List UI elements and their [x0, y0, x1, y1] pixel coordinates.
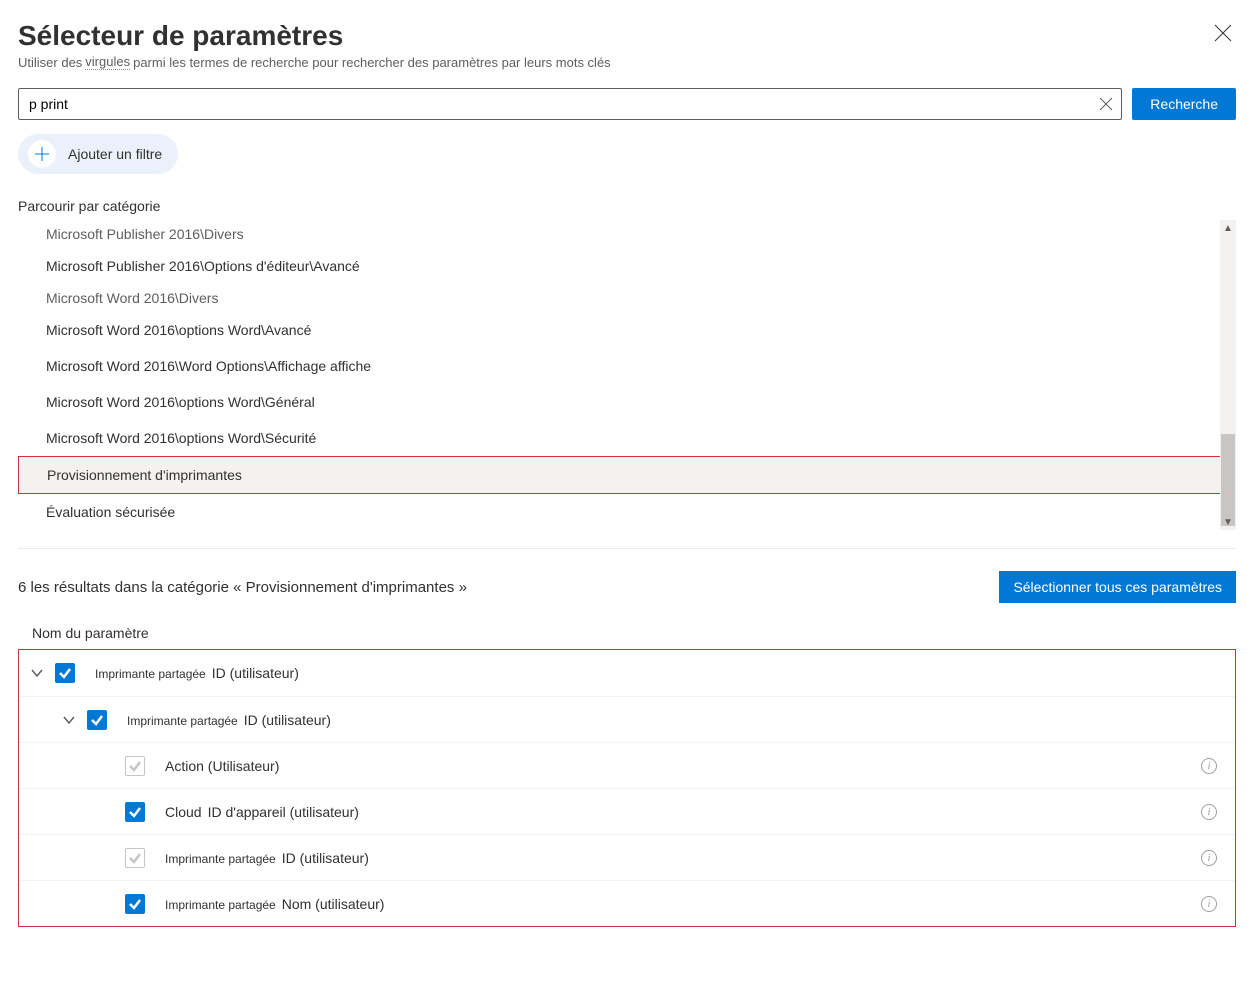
category-item[interactable]: Microsoft Word 2016\Divers — [18, 284, 1236, 312]
category-item[interactable]: Microsoft Publisher 2016\Divers — [18, 220, 1236, 248]
chevron-down-icon[interactable] — [19, 666, 55, 680]
category-item[interactable]: Microsoft Word 2016\options Word\Avancé — [18, 312, 1236, 348]
category-item[interactable]: Microsoft Publisher 2016\Options d'édite… — [18, 248, 1236, 284]
scroll-up-arrow[interactable]: ▲ — [1220, 220, 1236, 236]
add-filter-label: Ajouter un filtre — [68, 146, 162, 162]
parameter-row: Imprimante partagéeID (utilisateur)i — [19, 834, 1235, 880]
category-item[interactable]: Microsoft Word 2016\Word Options\Afficha… — [18, 348, 1236, 384]
parameter-row: Imprimante partagéeNom (utilisateur)i — [19, 880, 1235, 926]
parameter-row: Imprimante partagéeID (utilisateur) — [19, 696, 1235, 742]
parameter-label: Action (Utilisateur) — [165, 758, 1201, 774]
divider — [18, 548, 1236, 549]
info-icon[interactable]: i — [1201, 896, 1217, 912]
parameter-label: Imprimante partagéeID (utilisateur) — [165, 850, 1201, 866]
checkbox[interactable] — [125, 848, 145, 868]
select-all-button[interactable]: Sélectionner tous ces paramètres — [999, 571, 1236, 603]
info-icon[interactable]: i — [1201, 758, 1217, 774]
page-title: Sélecteur de paramètres — [18, 20, 343, 52]
search-button[interactable]: Recherche — [1132, 88, 1236, 120]
clear-search-button[interactable] — [1099, 97, 1113, 111]
parameter-label: Imprimante partagéeNom (utilisateur) — [165, 896, 1201, 912]
results-count: 6 les résultats dans la catégorie « Prov… — [18, 579, 467, 596]
category-item[interactable]: Provisionnement d'imprimantes — [18, 456, 1236, 494]
parameter-row: CloudID d'appareil (utilisateur)i — [19, 788, 1235, 834]
parameter-label: Imprimante partagéeID (utilisateur) — [127, 712, 1217, 728]
checkbox[interactable] — [125, 756, 145, 776]
subtitle: Utiliser des virgules parmi les termes d… — [18, 54, 1236, 70]
close-button[interactable] — [1210, 20, 1236, 51]
search-input[interactable] — [29, 96, 1099, 112]
subtitle-tooltip-term[interactable]: virgules — [85, 54, 130, 70]
plus-icon — [28, 140, 56, 168]
checkbox[interactable] — [87, 710, 107, 730]
category-item[interactable]: Microsoft Word 2016\options Word\Sécurit… — [18, 420, 1236, 456]
add-filter-button[interactable]: Ajouter un filtre — [18, 134, 178, 174]
search-box — [18, 88, 1122, 120]
scroll-thumb[interactable] — [1221, 434, 1235, 526]
checkbox[interactable] — [55, 663, 75, 683]
category-list: Microsoft Publisher 2016\DiversMicrosoft… — [18, 220, 1236, 530]
checkbox[interactable] — [125, 894, 145, 914]
parameter-row: Action (Utilisateur)i — [19, 742, 1235, 788]
category-item[interactable]: Évaluation sécurisée — [18, 494, 1236, 530]
checkbox[interactable] — [125, 802, 145, 822]
browse-header: Parcourir par catégorie — [18, 198, 1236, 214]
close-icon — [1099, 97, 1113, 111]
close-icon — [1214, 24, 1232, 42]
parameter-list: Imprimante partagéeID (utilisateur)Impri… — [18, 649, 1236, 927]
parameter-label: Imprimante partagéeID (utilisateur) — [95, 665, 1217, 681]
scroll-down-arrow[interactable]: ▼ — [1220, 514, 1236, 530]
chevron-down-icon[interactable] — [51, 713, 87, 727]
category-item[interactable]: Microsoft Word 2016\options Word\Général — [18, 384, 1236, 420]
info-icon[interactable]: i — [1201, 804, 1217, 820]
scrollbar[interactable]: ▲ ▼ — [1220, 220, 1236, 530]
parameter-row: Imprimante partagéeID (utilisateur) — [19, 650, 1235, 696]
param-name-header: Nom du paramètre — [18, 625, 1236, 641]
parameter-label: CloudID d'appareil (utilisateur) — [165, 804, 1201, 820]
info-icon[interactable]: i — [1201, 850, 1217, 866]
